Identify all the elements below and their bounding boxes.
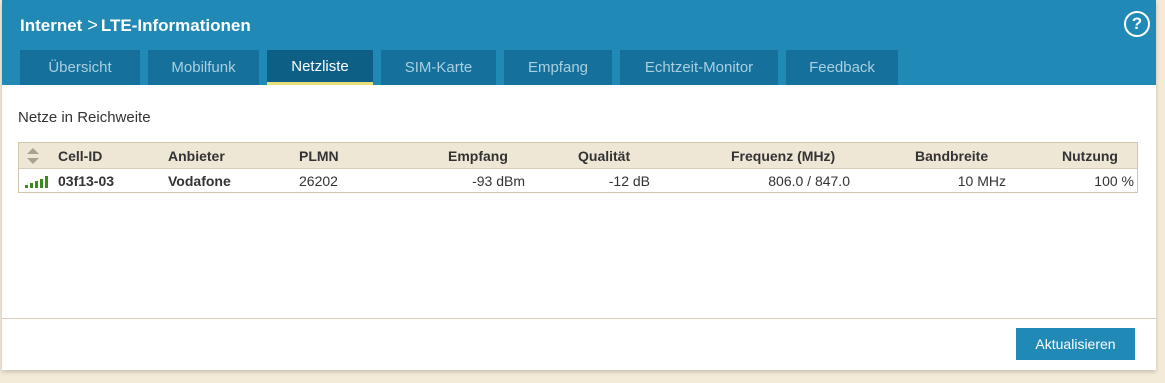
plmn-value: 26202 [299,173,338,189]
refresh-button[interactable]: Aktualisieren [1016,328,1135,360]
help-label: ? [1131,14,1143,33]
quality-value: -12 dB [608,173,650,189]
frequency-value: 806.0 / 847.0 [768,173,850,189]
table-header: Cell-ID Anbieter PLMN Empfang Qualität F… [19,143,1137,169]
tab-sim-karte[interactable]: SIM-Karte [381,50,496,85]
tab-empfang[interactable]: Empfang [504,50,612,85]
section-title: Netze in Reichweite [18,109,151,126]
provider-value: Vodafone [168,173,231,189]
tab-uebersicht[interactable]: Übersicht [20,50,140,85]
signal-strength-icon [25,176,48,188]
lte-panel: Internet > LTE-Informationen ? Übersicht… [2,0,1156,370]
tab-mobilfunk[interactable]: Mobilfunk [148,50,259,85]
breadcrumb-internet[interactable]: Internet [20,16,82,36]
cell-id-value: 03f13-03 [58,173,115,189]
breadcrumb-separator: > [87,15,98,35]
col-anbieter[interactable]: Anbieter [168,143,225,168]
breadcrumb: Internet > LTE-Informationen [20,15,251,36]
footer-divider [2,318,1156,319]
help-icon[interactable]: ? [1124,11,1150,37]
col-empfang[interactable]: Empfang [448,143,508,168]
col-bandbreite[interactable]: Bandbreite [915,143,988,168]
col-frequenz[interactable]: Frequenz (MHz) [731,143,835,168]
breadcrumb-lte-informationen: LTE-Informationen [100,15,251,35]
tab-echtzeit-monitor[interactable]: Echtzeit-Monitor [620,50,778,85]
col-plmn[interactable]: PLMN [299,143,339,168]
sort-updown-icon[interactable] [26,147,40,165]
col-qualitaet[interactable]: Qualität [578,143,630,168]
network-table: Cell-ID Anbieter PLMN Empfang Qualität F… [18,142,1138,193]
bandwidth-value: 10 MHz [957,173,1006,189]
col-nutzung[interactable]: Nutzung [1062,143,1118,168]
usage-value: 100 % [1094,173,1134,189]
tab-bar: Übersicht Mobilfunk Netzliste SIM-Karte … [20,50,906,85]
tab-netzliste[interactable]: Netzliste [267,50,373,85]
header-bar: Internet > LTE-Informationen ? Übersicht… [2,0,1156,85]
table-row[interactable]: 03f13-03 Vodafone 26202 -93 dBm -12 dB 8… [19,169,1137,193]
reception-value: -93 dBm [472,173,525,189]
col-cell-id[interactable]: Cell-ID [58,143,102,168]
tab-feedback[interactable]: Feedback [786,50,898,85]
